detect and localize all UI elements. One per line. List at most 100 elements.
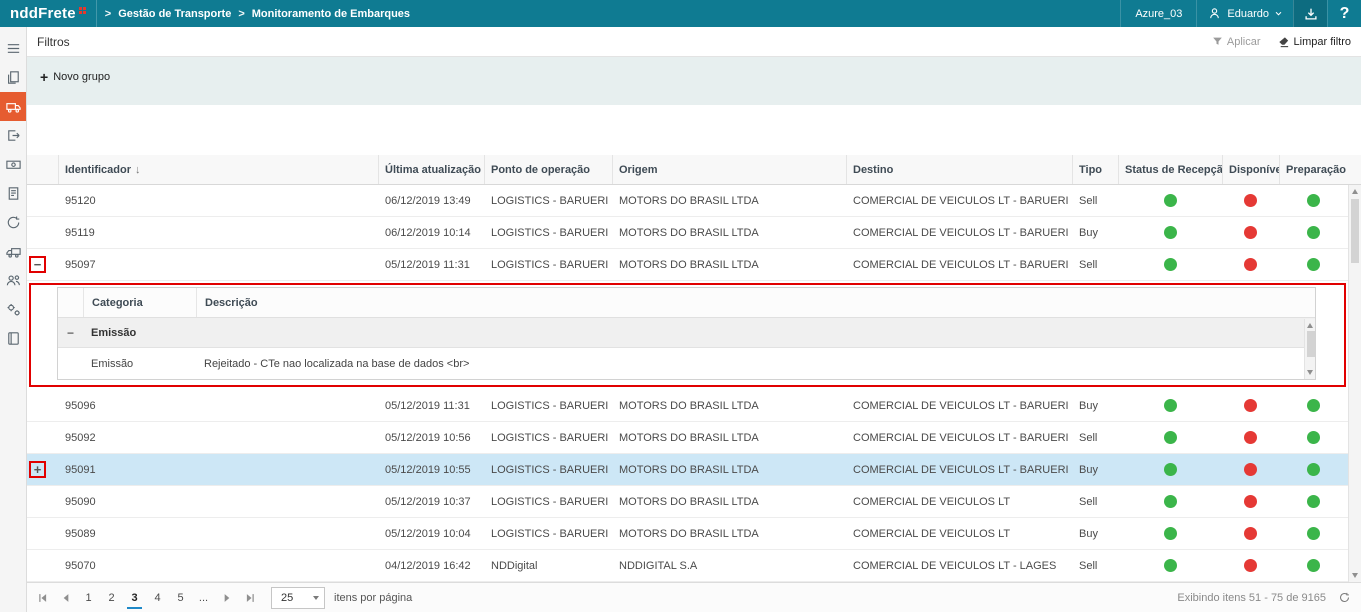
cell-destino: COMERCIAL DE VEICULOS LT - BARUERI xyxy=(846,227,1072,239)
chevron-right-icon: > xyxy=(238,8,244,20)
cell-preparacao xyxy=(1279,226,1348,239)
user-menu[interactable]: Eduardo xyxy=(1196,0,1293,27)
sidebar-item-monitoramento-embarques[interactable] xyxy=(0,92,26,121)
environment-label[interactable]: Azure_03 xyxy=(1120,0,1196,27)
collapse-row-button[interactable]: − xyxy=(34,258,42,271)
scroll-up-icon[interactable] xyxy=(1352,189,1358,194)
app-logo[interactable]: nddFrete xyxy=(0,0,97,27)
header-disponivel[interactable]: Disponível xyxy=(1222,155,1279,184)
header-origem[interactable]: Origem xyxy=(612,155,846,184)
cell-disponivel xyxy=(1222,431,1279,444)
scroll-down-icon[interactable] xyxy=(1307,370,1313,375)
header-preparacao[interactable]: Preparação xyxy=(1279,155,1348,184)
cell-ponto-operacao: LOGISTICS - BARUERI xyxy=(484,259,612,271)
vertical-scrollbar[interactable] xyxy=(1348,185,1361,582)
page-size-select[interactable]: 25 xyxy=(271,587,325,609)
previous-page-button[interactable] xyxy=(54,586,77,610)
cell-identificador: 95096 xyxy=(58,400,378,412)
sidebar-item-payments[interactable] xyxy=(0,150,26,179)
cell-preparacao xyxy=(1279,258,1348,271)
truck-icon xyxy=(5,98,22,115)
detail-scrollbar[interactable] xyxy=(1304,319,1315,379)
scrollbar-thumb[interactable] xyxy=(1351,199,1359,263)
page-number-1[interactable]: 1 xyxy=(77,586,100,610)
clear-filter-button[interactable]: Limpar filtro xyxy=(1277,35,1351,48)
filters-actions: Aplicar Limpar filtro xyxy=(1212,35,1351,48)
breadcrumb-item-gestao[interactable]: Gestão de Transporte xyxy=(118,8,231,20)
sidebar-item-documents[interactable] xyxy=(0,63,26,92)
header-ultima-atualizacao[interactable]: Última atualização xyxy=(378,155,484,184)
detail-row[interactable]: Emissão Rejeitado - CTe nao localizada n… xyxy=(58,348,1315,379)
help-button[interactable]: ? xyxy=(1327,0,1361,27)
table-row[interactable]: 95090 05/12/2019 10:37 LOGISTICS - BARUE… xyxy=(27,486,1348,518)
status-dot xyxy=(1307,194,1320,207)
table-row[interactable]: 95092 05/12/2019 10:56 LOGISTICS - BARUE… xyxy=(27,422,1348,454)
cell-ultima-atualizacao: 06/12/2019 13:49 xyxy=(378,195,484,207)
page-number-2[interactable]: 2 xyxy=(100,586,123,610)
status-dot xyxy=(1244,226,1257,239)
cell-origem: MOTORS DO BRASIL LTDA xyxy=(612,227,846,239)
status-dot xyxy=(1244,495,1257,508)
table-row-selected[interactable]: + 95091 05/12/2019 10:55 LOGISTICS - BAR… xyxy=(27,454,1348,486)
cell-destino: COMERCIAL DE VEICULOS LT - BARUERI xyxy=(846,400,1072,412)
sidebar-item-menu[interactable] xyxy=(0,34,26,63)
users-icon xyxy=(5,272,22,289)
cell-disponivel xyxy=(1222,495,1279,508)
sidebar-item-history[interactable] xyxy=(0,208,26,237)
table-row[interactable]: 95089 05/12/2019 10:04 LOGISTICS - BARUE… xyxy=(27,518,1348,550)
table-row[interactable]: 95096 05/12/2019 11:31 LOGISTICS - BARUE… xyxy=(27,390,1348,422)
cell-origem: MOTORS DO BRASIL LTDA xyxy=(612,528,846,540)
page-size-value: 25 xyxy=(272,592,308,604)
cell-status-recepcao xyxy=(1118,495,1222,508)
expand-row-button[interactable]: + xyxy=(34,463,42,476)
new-group-button[interactable]: + Novo grupo xyxy=(40,70,110,84)
sidebar-item-reports[interactable] xyxy=(0,324,26,353)
page-number-4[interactable]: 4 xyxy=(146,586,169,610)
annotation-box-expand: + xyxy=(29,461,46,478)
first-page-button[interactable] xyxy=(31,586,54,610)
refresh-button[interactable] xyxy=(1338,591,1351,604)
sidebar-item-users[interactable] xyxy=(0,266,26,295)
scrollbar-thumb[interactable] xyxy=(1307,331,1315,357)
table-row[interactable]: 95120 06/12/2019 13:49 LOGISTICS - BARUE… xyxy=(27,185,1348,217)
sidebar-item-export[interactable] xyxy=(0,121,26,150)
page-number-5[interactable]: 5 xyxy=(169,586,192,610)
detail-group-row[interactable]: − Emissão xyxy=(58,318,1315,348)
table-row[interactable]: 95070 04/12/2019 16:42 NDDigital NDDIGIT… xyxy=(27,550,1348,582)
page-more[interactable]: ... xyxy=(192,586,215,610)
status-dot xyxy=(1164,399,1177,412)
header-status-recepcao[interactable]: Status de Recepção xyxy=(1118,155,1222,184)
next-page-button[interactable] xyxy=(215,586,238,610)
header-ponto-operacao[interactable]: Ponto de operação xyxy=(484,155,612,184)
scroll-up-icon[interactable] xyxy=(1307,323,1313,328)
group-collapse-icon[interactable]: − xyxy=(67,326,74,340)
status-dot xyxy=(1244,431,1257,444)
history-icon xyxy=(5,214,22,231)
cell-ponto-operacao: LOGISTICS - BARUERI xyxy=(484,432,612,444)
detail-header-descricao[interactable]: Descrição xyxy=(196,288,1315,317)
header-destino[interactable]: Destino xyxy=(846,155,1072,184)
header-tipo[interactable]: Tipo xyxy=(1072,155,1118,184)
sidebar-item-billing[interactable] xyxy=(0,179,26,208)
sidebar-item-settings[interactable] xyxy=(0,295,26,324)
cell-ultima-atualizacao: 06/12/2019 10:14 xyxy=(378,227,484,239)
sidebar-item-delivery[interactable] xyxy=(0,237,26,266)
per-page-label: itens por página xyxy=(334,592,412,604)
detail-header-categoria[interactable]: Categoria xyxy=(83,288,196,317)
download-button[interactable] xyxy=(1293,0,1327,27)
table-row[interactable]: 95119 06/12/2019 10:14 LOGISTICS - BARUE… xyxy=(27,217,1348,249)
apply-filter-button[interactable]: Aplicar xyxy=(1212,36,1261,48)
header-identificador[interactable]: Identificador ↓ xyxy=(58,155,378,184)
scroll-down-icon[interactable] xyxy=(1352,573,1358,578)
breadcrumb-item-monitoramento[interactable]: Monitoramento de Embarques xyxy=(252,8,410,20)
settings-icon xyxy=(5,301,22,318)
apply-filter-label: Aplicar xyxy=(1227,36,1261,48)
detail-annotation-box: Categoria Descrição − Emissão Emissão xyxy=(29,283,1346,387)
page-number-3-current[interactable]: 3 xyxy=(123,586,146,610)
sidebar xyxy=(0,27,27,612)
table-row-expanded[interactable]: − 95097 05/12/2019 11:31 LOGISTICS - BAR… xyxy=(27,249,1348,281)
last-page-button[interactable] xyxy=(238,586,261,610)
cell-ultima-atualizacao: 04/12/2019 16:42 xyxy=(378,560,484,572)
cell-ponto-operacao: LOGISTICS - BARUERI xyxy=(484,227,612,239)
menu-icon xyxy=(5,40,22,57)
